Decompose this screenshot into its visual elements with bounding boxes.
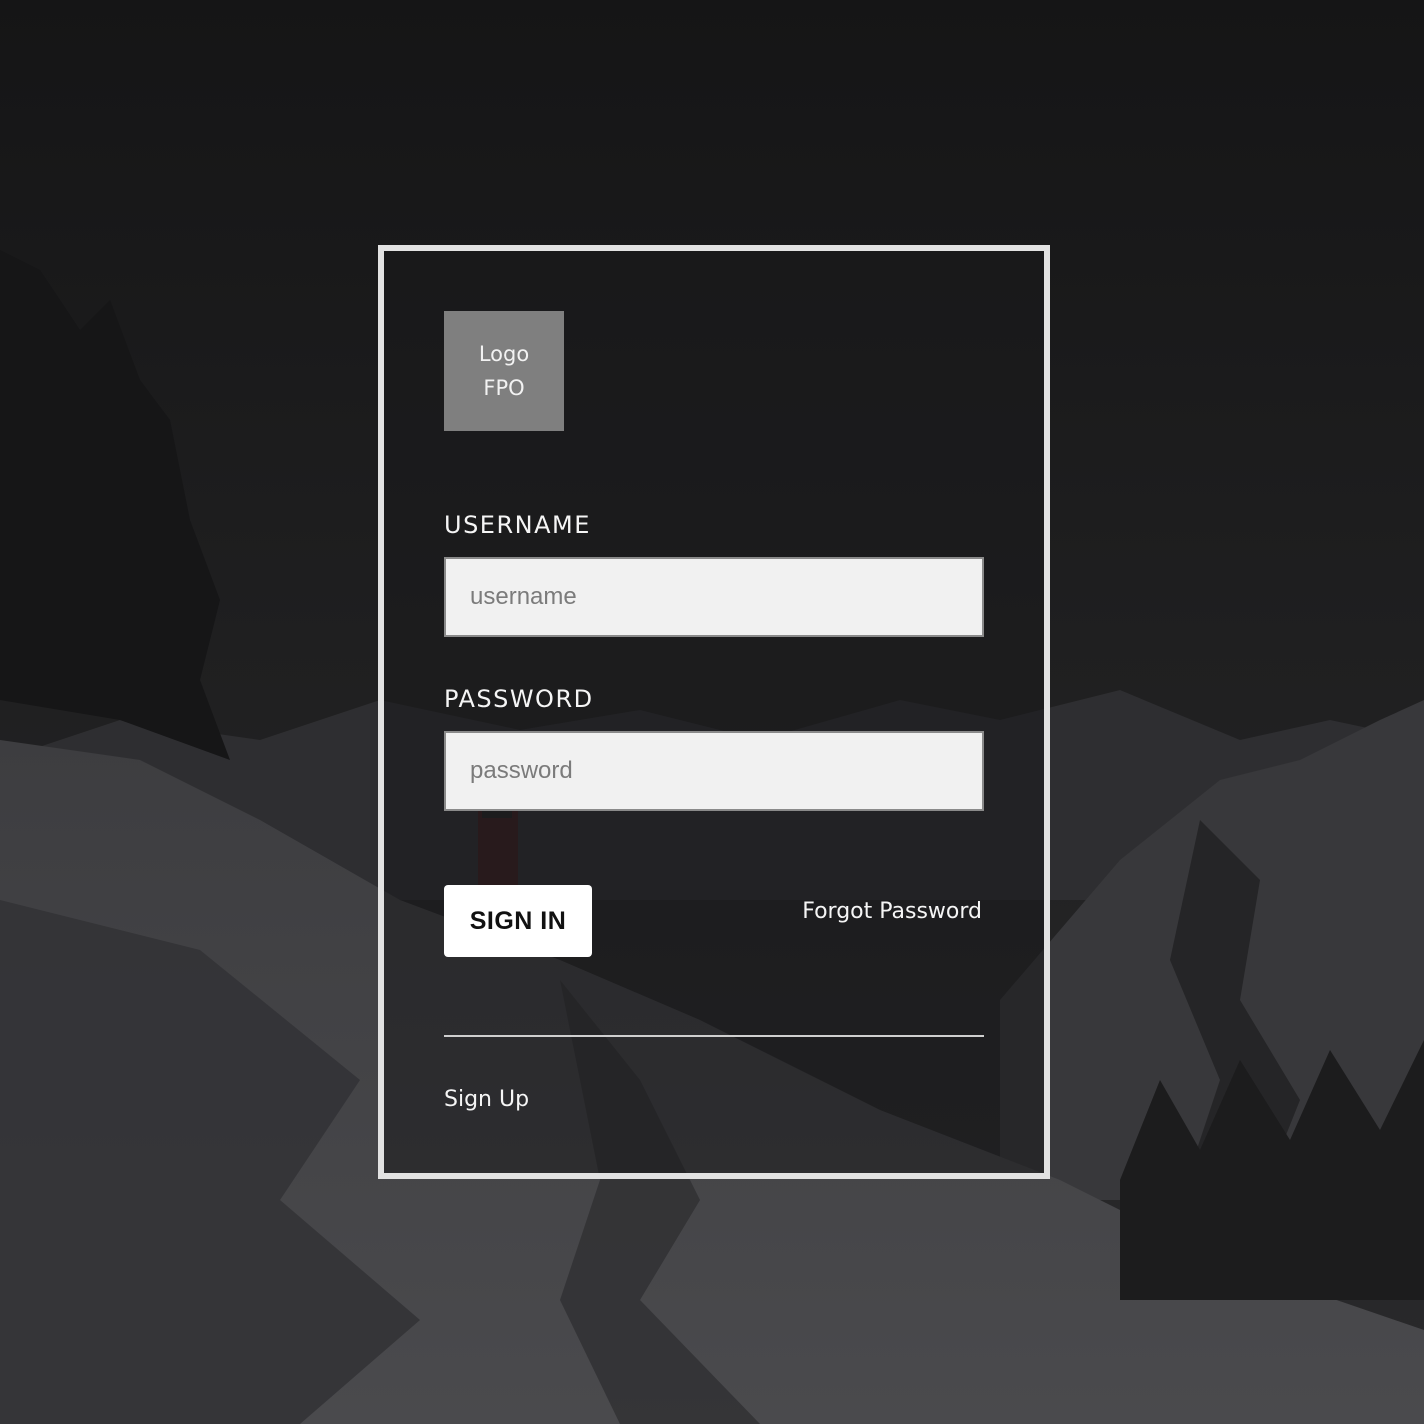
- password-input[interactable]: [444, 731, 984, 811]
- forgot-password-link[interactable]: Forgot Password: [802, 899, 982, 924]
- logo-text-line2: FPO: [483, 376, 525, 400]
- username-input[interactable]: [444, 557, 984, 637]
- divider: [444, 1035, 984, 1037]
- username-label: USERNAME: [444, 511, 591, 539]
- login-card: Logo FPO USERNAME PASSWORD SIGN IN Forgo…: [378, 245, 1050, 1179]
- sign-up-link[interactable]: Sign Up: [444, 1087, 529, 1112]
- logo-text-line1: Logo: [478, 342, 530, 366]
- login-screen: Logo FPO USERNAME PASSWORD SIGN IN Forgo…: [0, 0, 1424, 1424]
- sign-in-button[interactable]: SIGN IN: [444, 885, 592, 957]
- password-label: PASSWORD: [444, 685, 594, 713]
- logo-placeholder: Logo FPO: [444, 311, 564, 431]
